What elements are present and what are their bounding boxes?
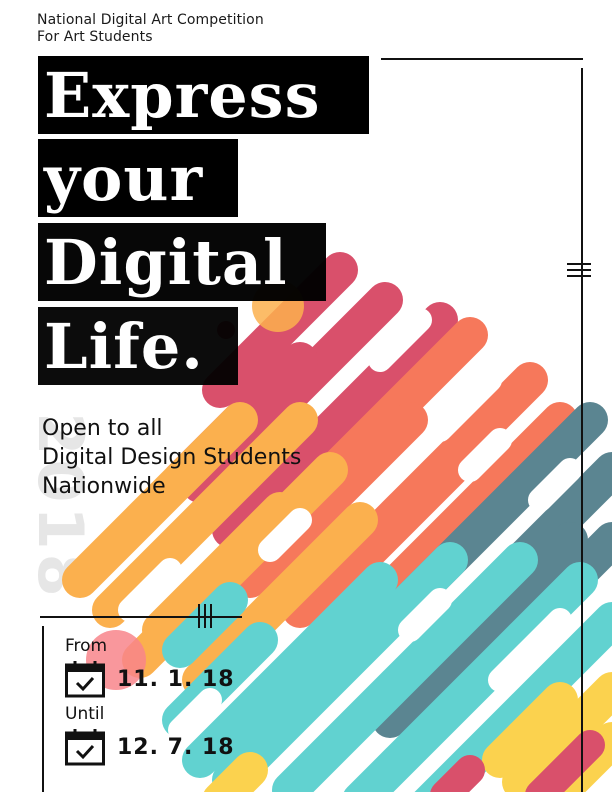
from-label: From bbox=[65, 636, 108, 656]
calendar-check-icon bbox=[65, 729, 105, 766]
headline-line1: Express bbox=[38, 56, 369, 134]
from-date: 11. 1. 18 bbox=[117, 667, 235, 692]
eligibility-text: Open to all Digital Design Students Nati… bbox=[42, 414, 301, 501]
eligibility-line3: Nationwide bbox=[42, 474, 166, 499]
headline-line4: Life. bbox=[38, 307, 238, 385]
headline-line2: your bbox=[38, 139, 238, 217]
eligibility-line2: Digital Design Students bbox=[42, 445, 302, 470]
eligibility-line1: Open to all bbox=[42, 416, 163, 441]
until-date: 12. 7. 18 bbox=[117, 735, 235, 760]
calendar-check-icon bbox=[65, 661, 105, 698]
until-label: Until bbox=[65, 704, 105, 724]
headline-line3: Digital bbox=[38, 223, 326, 301]
